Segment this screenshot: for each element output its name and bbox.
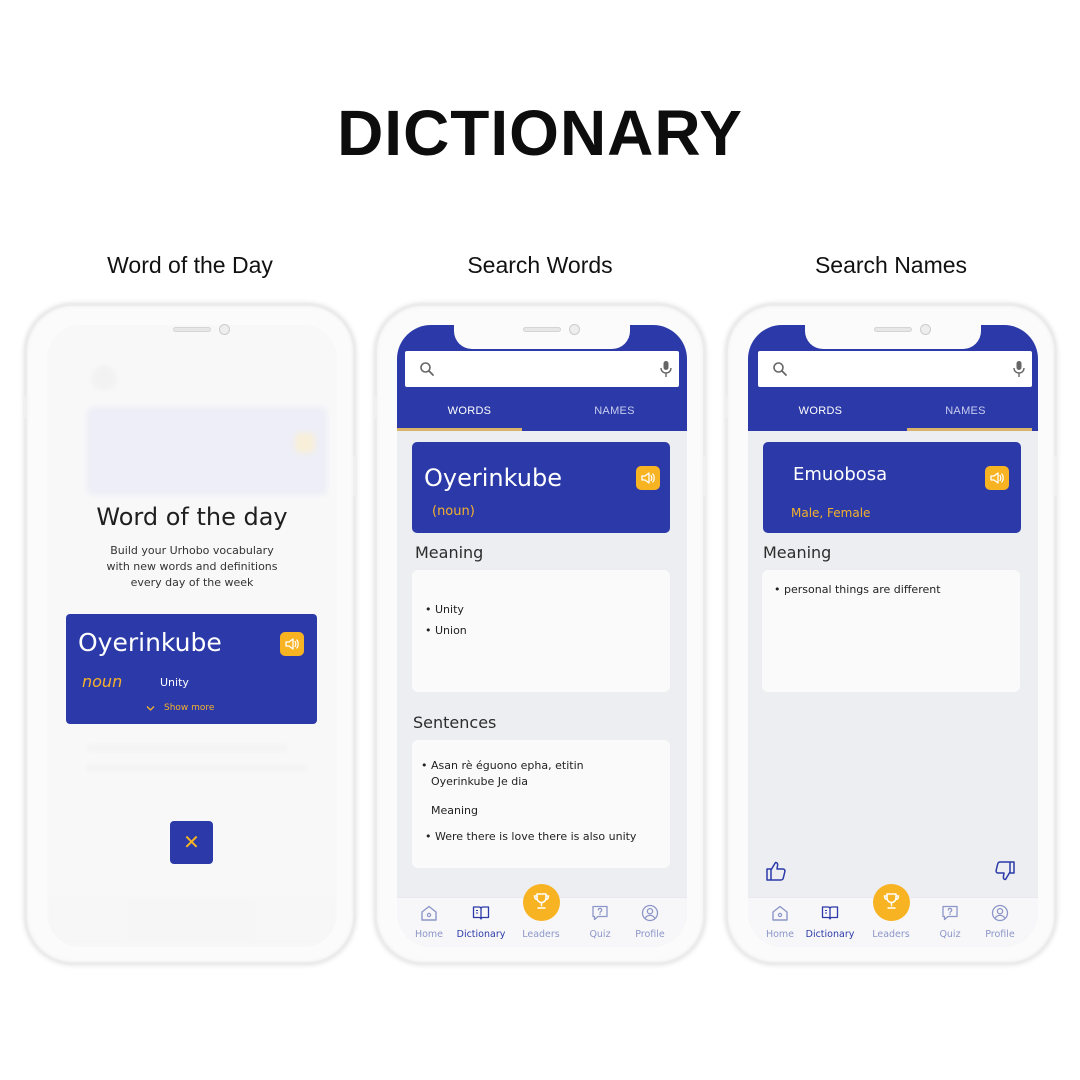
quiz-icon <box>942 905 958 921</box>
meaning-item: Unity <box>425 603 464 616</box>
modal-description: Build your Urhobo vocabulary with new wo… <box>106 544 278 589</box>
meaning-panel: Unity Union <box>412 570 670 692</box>
word-title: Oyerinkube <box>78 628 222 657</box>
search-icon <box>773 362 787 376</box>
leaders-bubble <box>523 884 560 921</box>
tab-words[interactable]: WORDS <box>748 405 893 417</box>
nav-label: Home <box>414 929 444 940</box>
side-button <box>373 396 377 418</box>
side-button <box>724 396 728 418</box>
sound-button[interactable] <box>636 466 660 490</box>
nav-leaders[interactable]: Leaders <box>862 884 920 947</box>
name-card: Emuobosa Male, Female <box>763 442 1021 533</box>
part-of-speech: (noun) <box>432 504 475 519</box>
camera <box>219 324 230 335</box>
nav-label: Leaders <box>872 929 910 940</box>
side-button <box>1054 456 1058 496</box>
sentence-line: Asan rè éguono epha, etitin <box>421 759 584 772</box>
word-title: Oyerinkube <box>424 464 562 492</box>
nav-label: Dictionary <box>805 929 855 940</box>
caption-search-names: Search Names <box>814 252 968 278</box>
camera <box>569 324 580 335</box>
sentence-meaning-label: Meaning <box>431 804 478 817</box>
bottom-nav: Home Dictionary Leaders Quiz Profile <box>397 884 687 947</box>
screen: Word of the day Build your Urhobo vocabu… <box>47 325 337 947</box>
sentence-meaning: Were there is love there is also unity <box>425 830 636 843</box>
speaker <box>523 327 561 332</box>
sentences-panel: Asan rè éguono epha, etitin Oyerinkube J… <box>412 740 670 868</box>
nav-leaders[interactable]: Leaders <box>512 884 570 947</box>
phone-search-words: WORDS NAMES Oyerinkube (noun) Meaning Un… <box>373 304 707 964</box>
active-tab-indicator <box>907 428 1032 431</box>
phone-search-names: WORDS NAMES Emuobosa Male, Female Meanin… <box>724 304 1058 964</box>
speaker <box>173 327 211 332</box>
home-icon <box>772 905 788 921</box>
tab-words[interactable]: WORDS <box>397 405 542 417</box>
show-more-label: Show more <box>164 703 215 713</box>
trophy-icon <box>883 893 900 909</box>
screen: WORDS NAMES Oyerinkube (noun) Meaning Un… <box>397 325 687 947</box>
nav-profile[interactable]: Profile <box>621 898 679 947</box>
name-title: Emuobosa <box>793 464 888 485</box>
word-card: Oyerinkube (noun) <box>412 442 670 533</box>
nav-label: Profile <box>985 929 1015 940</box>
word-of-day-card[interactable]: Oyerinkube noun Unity Show more <box>66 614 317 724</box>
leaders-bubble <box>873 884 910 921</box>
profile-icon <box>641 904 659 922</box>
side-button <box>353 456 357 496</box>
trophy-icon <box>533 893 550 909</box>
profile-icon <box>991 904 1009 922</box>
part-of-speech: noun <box>82 672 123 691</box>
sentences-title: Sentences <box>413 713 497 732</box>
nav-label: Profile <box>635 929 665 940</box>
tab-names[interactable]: NAMES <box>893 405 1038 417</box>
chevron-down-icon <box>146 706 155 711</box>
active-tab-indicator <box>397 428 522 431</box>
camera <box>920 324 931 335</box>
book-icon <box>821 906 839 920</box>
close-button[interactable]: ✕ <box>170 821 213 864</box>
meaning-panel: personal things are different <box>762 570 1020 692</box>
side-button <box>23 396 27 418</box>
phone-word-of-day: Word of the day Build your Urhobo vocabu… <box>23 304 357 964</box>
nav-label: Leaders <box>522 929 560 940</box>
nav-label: Dictionary <box>456 929 506 940</box>
bottom-nav: Home Dictionary Leaders Quiz Profile <box>748 884 1038 947</box>
gender-label: Male, Female <box>791 506 871 520</box>
microphone-icon[interactable] <box>659 360 673 378</box>
meaning-title: Meaning <box>763 543 832 562</box>
caption-word-of-day: Word of the Day <box>107 252 273 278</box>
sentence-line: Oyerinkube Je dia <box>431 775 529 788</box>
sound-button[interactable] <box>985 466 1009 490</box>
search-input[interactable] <box>405 351 679 387</box>
nav-dictionary[interactable]: Dictionary <box>801 898 859 947</box>
speaker-icon <box>285 638 299 650</box>
caption-search-words: Search Words <box>467 252 613 278</box>
nav-profile[interactable]: Profile <box>971 898 1029 947</box>
speaker-icon <box>641 472 655 484</box>
screen: WORDS NAMES Emuobosa Male, Female Meanin… <box>748 325 1038 947</box>
meaning-item: personal things are different <box>774 583 941 596</box>
meaning-item: Union <box>425 624 467 637</box>
meaning-title: Meaning <box>415 543 484 562</box>
side-button <box>703 456 707 496</box>
home-icon <box>421 905 437 921</box>
quiz-icon <box>592 905 608 921</box>
nav-home[interactable]: Home <box>400 898 458 947</box>
thumbs-down-icon[interactable] <box>993 859 1017 883</box>
tab-names[interactable]: NAMES <box>542 405 687 417</box>
search-icon <box>420 362 434 376</box>
book-icon <box>472 906 490 920</box>
thumbs-up-icon[interactable] <box>764 859 788 883</box>
search-input[interactable] <box>758 351 1032 387</box>
page-title: DICTIONARY <box>337 97 743 169</box>
speaker <box>874 327 912 332</box>
modal-heading: Word of the day <box>96 503 288 531</box>
speaker-icon <box>990 472 1004 484</box>
nav-dictionary[interactable]: Dictionary <box>452 898 510 947</box>
word-meaning: Unity <box>160 676 189 689</box>
sound-button[interactable] <box>280 632 304 656</box>
microphone-icon[interactable] <box>1012 360 1026 378</box>
show-more-link[interactable]: Show more <box>146 702 236 716</box>
